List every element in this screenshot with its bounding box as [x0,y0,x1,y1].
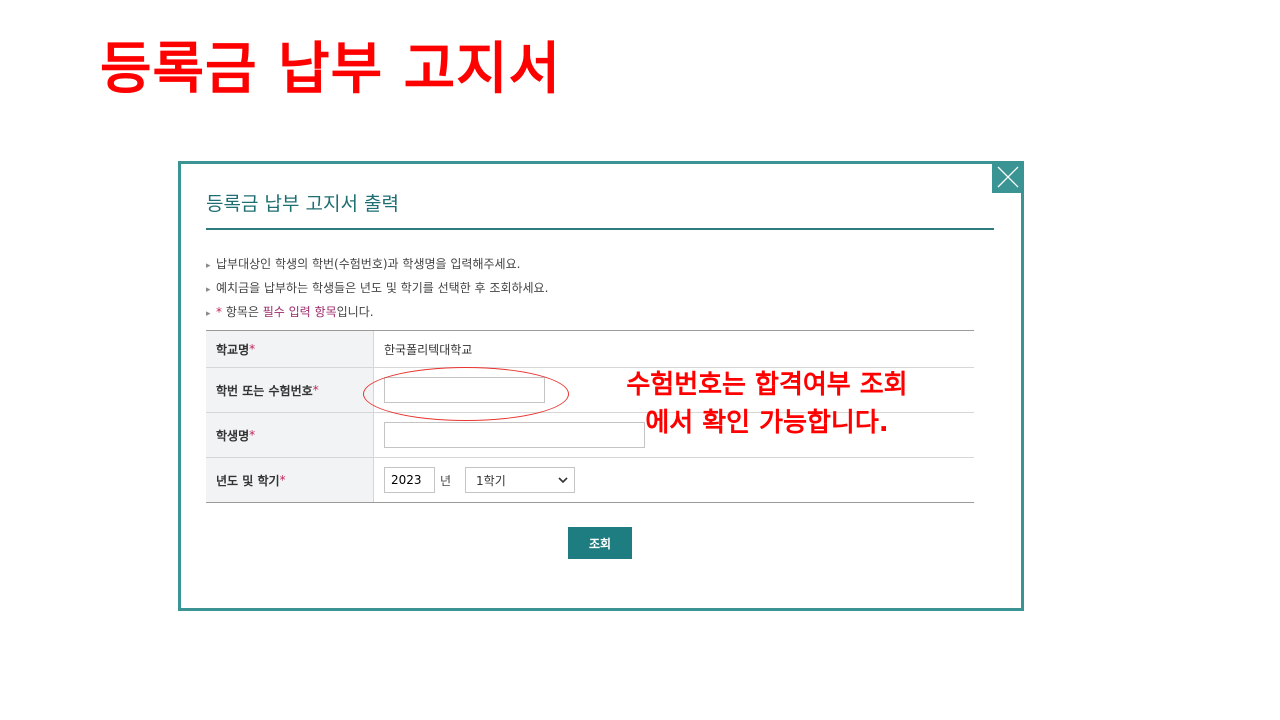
semester-select[interactable]: 1학기 [465,467,576,493]
annotation-callout: 수험번호는 합격여부 조회 에서 확인 가능합니다. [596,366,938,442]
bullet-arrow-icon: ▸ [206,285,211,295]
annotation-line-1: 수험번호는 합격여부 조회 [626,370,908,400]
chevron-down-icon [558,477,568,484]
instruction-text: 예치금을 납부하는 학생들은 년도 및 학기를 선택한 후 조회하세요. [216,281,549,295]
required-star: * [279,473,286,487]
required-note-highlight: 필수 입력 항목 [262,305,337,319]
year-input[interactable] [384,467,435,493]
year-unit-label: 년 [440,473,452,488]
bullet-arrow-icon: ▸ [206,309,211,319]
instruction-list: ▸ 납부대상인 학생의 학번(수험번호)과 학생명을 입력해주세요. ▸ 예치금을 … [206,252,548,324]
term-label-text: 년도 및 학기 [216,473,280,488]
page-heading: 등록금 납부 고지서 [100,37,562,102]
instruction-item: ▸ 예치금을 납부하는 학생들은 년도 및 학기를 선택한 후 조회하세요. [206,276,548,300]
required-star: * [312,383,319,397]
required-note-prefix: 항목은 [222,305,263,319]
student-name-label-text: 학생명 [216,428,250,443]
title-divider [206,228,994,230]
school-label: 학교명 * [206,331,374,367]
instruction-text: 납부대상인 학생의 학번(수험번호)과 학생명을 입력해주세요. [216,257,521,271]
school-row: 학교명 * 한국폴리텍대학교 [206,331,974,368]
close-icon [997,166,1019,188]
required-note-suffix: 입니다. [336,305,374,319]
term-cell: 년 1학기 [374,458,974,502]
school-value: 한국폴리텍대학교 [384,342,473,357]
term-row: 년도 및 학기* 년 1학기 [206,458,974,502]
semester-selected-value: 1학기 [476,473,506,488]
close-button[interactable] [992,161,1024,193]
instruction-item: ▸ 납부대상인 학생의 학번(수험번호)과 학생명을 입력해주세요. [206,252,548,276]
bullet-arrow-icon: ▸ [206,261,211,271]
term-label: 년도 및 학기 * [206,458,374,502]
school-label-text: 학교명 [216,342,250,357]
search-button[interactable]: 조회 [568,527,632,559]
student-id-label: 학번 또는 수험번호 * [206,368,374,412]
instruction-item: ▸ * 항목은 필수 입력 항목입니다. [206,300,548,324]
student-id-input[interactable] [384,377,545,403]
student-id-label-text: 학번 또는 수험번호 [216,383,313,398]
annotation-line-2: 에서 확인 가능합니다. [645,408,889,438]
student-name-label: 학생명 * [206,413,374,457]
required-star: * [249,342,256,356]
modal-title: 등록금 납부 고지서 출력 [206,193,399,215]
required-star: * [249,428,256,442]
